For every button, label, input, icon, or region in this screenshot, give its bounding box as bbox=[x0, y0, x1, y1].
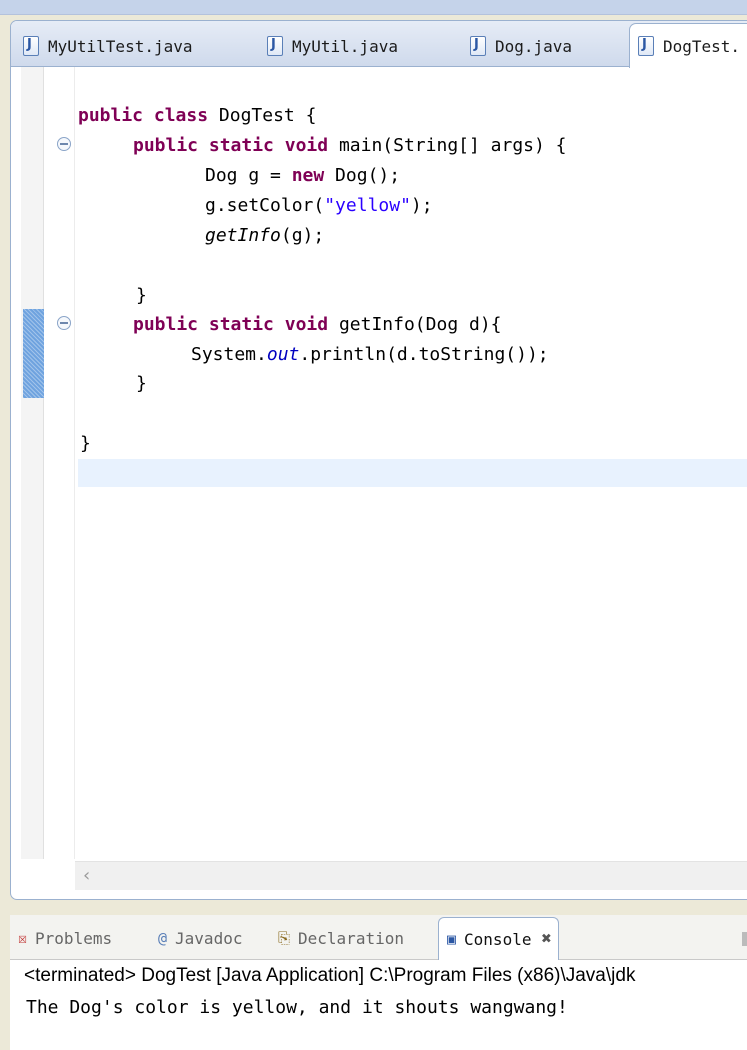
code-line-2: public static void main(String[] args) { bbox=[133, 131, 567, 161]
code-text: (g); bbox=[280, 225, 325, 246]
code-line-4: g.setColor("yellow"); bbox=[205, 191, 433, 221]
close-icon[interactable]: ✖ bbox=[541, 929, 551, 949]
console-icon: ▣ bbox=[447, 930, 457, 948]
code-line-8: System.out.println(d.toString()); bbox=[191, 340, 549, 370]
tab-problems[interactable]: ☒ Problems bbox=[18, 925, 112, 951]
collapse-getinfo-icon[interactable] bbox=[57, 316, 71, 330]
tab-myutiltest-java[interactable]: MyUtilTest.java bbox=[23, 27, 193, 65]
code-text: .println(d.toString()); bbox=[299, 344, 549, 365]
vertical-ruler[interactable] bbox=[21, 67, 44, 859]
problems-icon: ☒ bbox=[18, 929, 28, 947]
window-top-strip bbox=[0, 0, 747, 15]
current-line-highlight bbox=[78, 459, 747, 487]
editor-pane: MyUtilTest.java MyUtil.java Dog.java Dog… bbox=[10, 20, 747, 900]
declaration-icon: ⎘ bbox=[278, 929, 291, 947]
tab-dog-java[interactable]: Dog.java bbox=[470, 27, 572, 65]
collapse-main-icon[interactable] bbox=[57, 137, 71, 151]
tab-javadoc[interactable]: @ Javadoc bbox=[158, 925, 242, 951]
static-field: out bbox=[266, 344, 300, 365]
keyword: void bbox=[284, 314, 329, 335]
quick-diff-change-marker bbox=[23, 309, 44, 398]
string-literal: "yellow" bbox=[324, 195, 411, 216]
code-text: System. bbox=[191, 344, 267, 365]
keyword: new bbox=[291, 165, 325, 186]
scroll-left-icon[interactable]: ‹ bbox=[83, 865, 90, 886]
keyword: static bbox=[208, 135, 274, 156]
code-line-9: } bbox=[136, 373, 147, 394]
java-file-icon bbox=[470, 36, 486, 56]
horizontal-scrollbar[interactable]: ‹ bbox=[75, 861, 747, 890]
java-file-icon bbox=[23, 36, 39, 56]
folding-gutter[interactable] bbox=[44, 67, 75, 859]
code-text: DogTest { bbox=[208, 105, 317, 126]
tab-declaration[interactable]: ⎘ Declaration bbox=[278, 925, 404, 951]
keyword: public bbox=[133, 314, 199, 335]
code-text: main(String[] args) { bbox=[328, 135, 567, 156]
console-tab-bar: ☒ Problems @ Javadoc ⎘ Declaration ▣ Con… bbox=[10, 915, 747, 960]
tab-label: Console bbox=[464, 929, 532, 949]
tab-console[interactable]: ▣ Console ✖ bbox=[438, 917, 559, 960]
keyword: void bbox=[284, 135, 329, 156]
code-line-5: getInfo(g); bbox=[205, 221, 324, 251]
console-pane: ☒ Problems @ Javadoc ⎘ Declaration ▣ Con… bbox=[10, 915, 747, 1050]
java-file-icon bbox=[267, 36, 283, 56]
code-line-3: Dog g = new Dog(); bbox=[205, 161, 400, 191]
keyword: public bbox=[133, 135, 199, 156]
tab-label: Declaration bbox=[298, 928, 404, 948]
code-text: g.setColor( bbox=[205, 195, 325, 216]
javadoc-icon: @ bbox=[158, 929, 168, 947]
code-line-6: } bbox=[136, 285, 147, 306]
tab-label: MyUtil.java bbox=[292, 36, 398, 56]
tab-label: MyUtilTest.java bbox=[48, 36, 193, 56]
tab-label: Problems bbox=[35, 928, 113, 948]
tab-myutil-java[interactable]: MyUtil.java bbox=[267, 27, 398, 65]
code-line-7: public static void getInfo(Dog d){ bbox=[133, 310, 502, 340]
editor-tab-bar: MyUtilTest.java MyUtil.java Dog.java Dog… bbox=[11, 21, 747, 68]
keyword: class bbox=[153, 105, 209, 126]
tab-label: Dog.java bbox=[495, 36, 573, 56]
code-line-1: public class DogTest { bbox=[78, 101, 316, 131]
tab-label: Javadoc bbox=[175, 928, 243, 948]
code-text: getInfo(Dog d){ bbox=[328, 314, 502, 335]
code-text: Dog g = bbox=[205, 165, 292, 186]
code-text: Dog(); bbox=[324, 165, 401, 186]
keyword: static bbox=[208, 314, 274, 335]
keyword: public bbox=[78, 105, 144, 126]
console-output[interactable]: The Dog's color is yellow, and it shouts… bbox=[26, 997, 568, 1018]
code-text: ); bbox=[410, 195, 433, 216]
static-method-call: getInfo bbox=[205, 225, 281, 246]
code-line-10: } bbox=[80, 433, 91, 454]
console-status: <terminated> DogTest [Java Application] … bbox=[24, 965, 636, 986]
tab-label: DogTest. bbox=[663, 36, 741, 56]
java-file-icon bbox=[638, 36, 654, 56]
view-menu-icon[interactable] bbox=[742, 932, 747, 946]
tab-dogtest-java[interactable]: DogTest. bbox=[629, 23, 747, 68]
